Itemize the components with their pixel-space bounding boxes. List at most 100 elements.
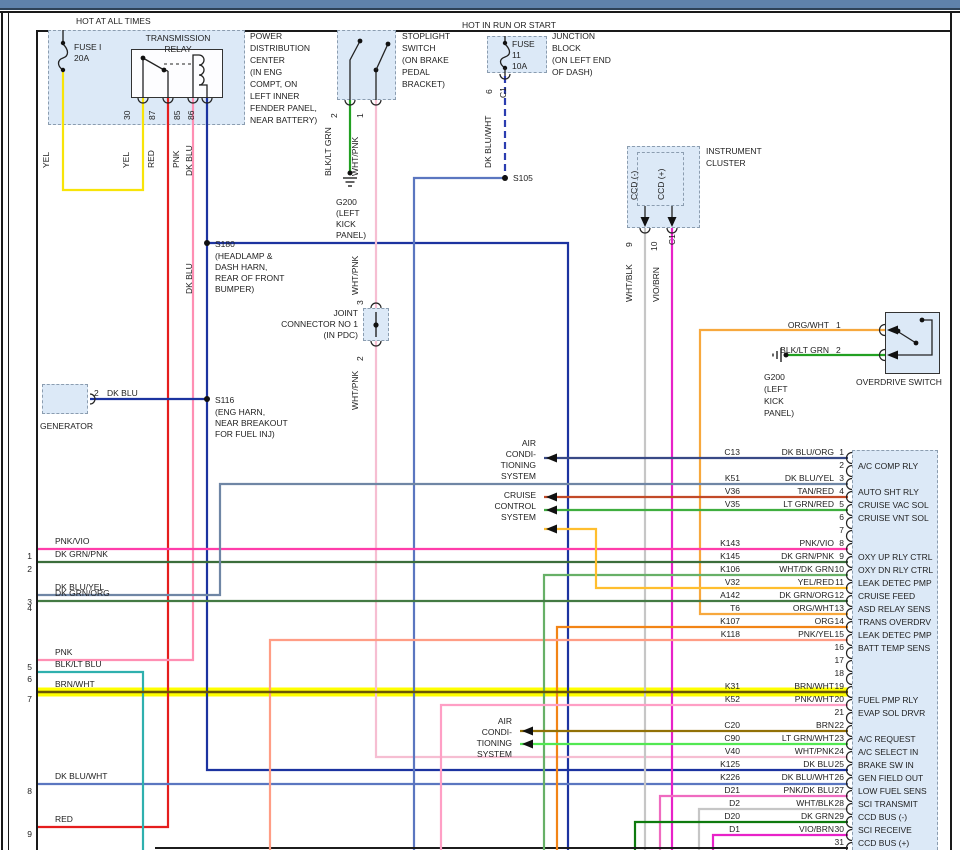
label-junction-pin: 6 [484,89,494,94]
label-cluster-wire_right: VIO/BRN [651,267,661,302]
pcm-circuit-id: K226 [690,772,740,782]
label-pdc-relay_pins-1: 87 [147,111,157,120]
pcm-pin-number: 16 [822,642,844,652]
pcm-wire-color: BRN [748,720,834,730]
label-stoplight-note-0: STOPLIGHT [402,31,450,41]
pcm-circuit-id: D21 [690,785,740,795]
label-pdc-note-2: CENTER [250,55,285,65]
pcm-pin-function: EVAP SOL DRVR [858,708,925,718]
label-cluster-wire_left: WHT/BLK [624,264,634,302]
label-junction-note-1: BLOCK [552,43,581,53]
label-s116-note-2: FOR FUEL INJ) [215,429,275,439]
label-cluster-pin_right: 10 [649,242,659,251]
label-junction-fuse-0: FUSE [512,39,535,49]
label-pdc-fuse_rating: 20A [74,53,89,63]
pcm-wire-color: PNK/VIO [748,538,834,548]
pcm-pin-function: CRUISE FEED [858,591,915,601]
pcm-circuit-id: K118 [690,629,740,639]
pcm-wire-color: PNK/DK BLU [748,785,834,795]
label-ac_system_2-0: AIR [440,716,512,726]
label-pdc-relay_pins-3: 86 [186,111,196,120]
label-s180-note-3: BUMPER) [215,284,254,294]
label-pdc-fuse_name: FUSE I [74,42,101,52]
label-cluster-connector: C1 [667,234,677,245]
label-junction-feed: HOT IN RUN OR START [462,20,556,30]
label-junction-wire: DK BLU/WHT [483,116,493,168]
label-joint-note-1: CONNECTOR NO 1 [260,319,358,329]
label-ground1-note-2: PANEL) [336,230,366,240]
label-s105-name: S105 [513,173,533,183]
label-ac_system_2-1: CONDI- [440,727,512,737]
pcm-pin-function: A/C COMP RLY [858,461,918,471]
label-pdc-feed: HOT AT ALL TIMES [76,16,151,26]
pcm-wire-color: BRN/WHT [748,681,834,691]
pcm-wire-color: LT GRN/WHT [748,733,834,743]
label-junction-note-2: (ON LEFT END [552,55,611,65]
pcm-circuit-id: K106 [690,564,740,574]
pcm-circuit-id: V32 [690,577,740,587]
label-generator-pin: 2 [94,388,99,398]
label-cluster-ccd_pos: CCD (+) [656,169,666,200]
labels-layer: HOT AT ALL TIMESTRANSMISSIONRELAYFUSE I2… [0,0,960,850]
label-cluster-ccd_neg: CCD (-) [629,171,639,200]
label-ground2-note-2: PANEL) [764,408,794,418]
label-s180-note-1: DASH HARN, [215,262,267,272]
pcm-wire-color: ORG [748,616,834,626]
label-ground2-name: G200 [764,372,785,382]
pcm-pin-function: CCD BUS (-) [858,812,907,822]
pcm-pin-function: TRANS OVERDRV [858,617,931,627]
wiring-diagram-page: HOT AT ALL TIMESTRANSMISSIONRELAYFUSE I2… [0,0,960,850]
label-s116-name: S116 [215,395,234,405]
pcm-circuit-id: C13 [690,447,740,457]
pcm-pin-number: 18 [822,668,844,678]
label-stoplight-pin_left: 2 [329,113,339,118]
label-pdc-pin_wires-0: YEL [121,152,131,168]
left-stub-number: 9 [16,829,32,839]
left-stub-wire-label: PNK/VIO [55,536,89,546]
label-pdc-note-5: LEFT INNER [250,91,299,101]
label-joint-wire_bottom: WHT/PNK [350,371,360,410]
left-stub-wire-label: DK GRN/PNK [55,549,108,559]
pcm-circuit-id: K107 [690,616,740,626]
left-stub-number: 4 [16,603,32,613]
label-overdrive-pin_1: 1 [836,320,841,330]
label-junction-note-3: OF DASH) [552,67,593,77]
pcm-circuit-id: D20 [690,811,740,821]
label-joint-note-2: (IN PDC) [260,330,358,340]
label-s180-note-2: REAR OF FRONT [215,273,284,283]
label-pdc-note-4: COMPT, ON [250,79,297,89]
pcm-circuit-id: K52 [690,694,740,704]
left-stub-wire-label: RED [55,814,73,824]
label-stoplight-note-1: SWITCH [402,43,436,53]
label-joint-pin_bottom: 2 [355,356,365,361]
label-ac_system_2-2: TIONING [440,738,512,748]
pcm-pin-function: LOW FUEL SENS [858,786,927,796]
label-cluster-name-0: INSTRUMENT [706,146,762,156]
pcm-wire-color: DK BLU/WHT [748,772,834,782]
pcm-circuit-id: V40 [690,746,740,756]
pcm-pin-function: SCI RECEIVE [858,825,912,835]
pcm-wire-color: VIO/BRN [748,824,834,834]
pcm-wire-color: ORG/WHT [748,603,834,613]
left-stub-number: 2 [16,564,32,574]
label-ground1-note-1: KICK [336,219,356,229]
label-overdrive-pin_2: 2 [836,345,841,355]
pcm-wire-color: PNK/YEL [748,629,834,639]
pcm-pin-function: SCI TRANSMIT [858,799,918,809]
pcm-wire-color: YEL/RED [748,577,834,587]
left-stub-number: 6 [16,674,32,684]
label-junction-fuse-1: 11 [512,50,521,60]
label-joint-wire_top: WHT/PNK [350,256,360,295]
left-stub-number: 1 [16,551,32,561]
label-stoplight-note-2: (ON BRAKE [402,55,449,65]
pcm-circuit-id: K145 [690,551,740,561]
pcm-wire-color: DK GRN [748,811,834,821]
label-pdc-note-7: NEAR BATTERY) [250,115,317,125]
label-joint-pin_top: 3 [355,300,365,305]
pcm-wire-color: WHT/BLK [748,798,834,808]
label-s180-wire: DK BLU [184,263,194,294]
label-ground2-note-1: KICK [764,396,784,406]
label-joint-note-0: JOINT [260,308,358,318]
pcm-circuit-id: A142 [690,590,740,600]
label-stoplight-wire_right: WHT/PNK [350,137,360,176]
